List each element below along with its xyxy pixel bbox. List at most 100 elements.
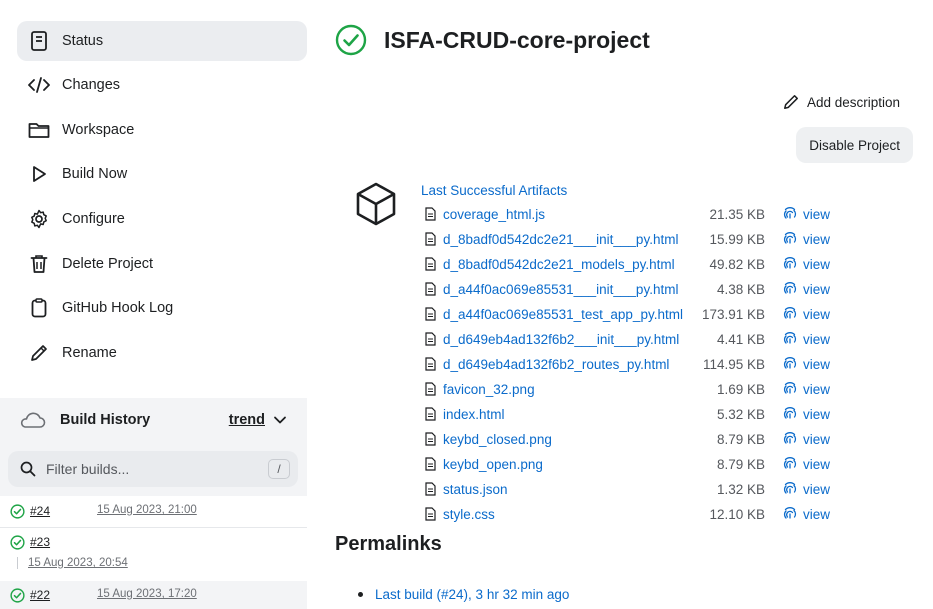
sidebar-item-rename[interactable]: Rename [17,333,307,373]
fingerprint-icon[interactable] [783,457,797,471]
disable-project-button[interactable]: Disable Project [796,127,913,163]
pencil-icon [28,342,50,364]
page-title: ISFA-CRUD-core-project [384,26,650,53]
fingerprint-icon[interactable] [783,482,797,496]
search-icon [20,461,36,477]
build-number-link[interactable]: #23 [30,535,50,549]
fingerprint-icon[interactable] [783,282,797,296]
view-link[interactable]: view [803,507,830,522]
file-icon [425,332,437,346]
build-date-link[interactable]: 15 Aug 2023, 17:20 [97,588,197,600]
view-link[interactable]: view [803,482,830,497]
artifact-link[interactable]: d_d649eb4ad132f6b2_routes_py.html [443,357,669,372]
file-icon [425,507,437,521]
last-successful-artifacts-link[interactable]: Last Successful Artifacts [421,183,567,198]
file-icon [425,232,437,246]
artifact-link[interactable]: keybd_closed.png [443,432,552,447]
artifact-link[interactable]: d_8badf0d542dc2e21_models_py.html [443,257,675,272]
artifact-row: d_a44f0ac069e85531_test_app_py.html 173.… [425,304,905,324]
sidebar-item-label: Status [62,33,104,49]
sidebar-item-build-now[interactable]: Build Now [17,154,307,194]
artifact-link[interactable]: d_8badf0d542dc2e21___init___py.html [443,232,678,247]
build-row: #22 15 Aug 2023, 17:20 [0,581,307,609]
artifact-link[interactable]: status.json [443,482,508,497]
file-icon [425,282,437,296]
artifact-link[interactable]: keybd_open.png [443,457,543,472]
artifact-row: style.css 12.10 KB view [425,504,905,524]
sidebar-item-delete-project[interactable]: Delete Project [17,244,307,284]
build-number-link[interactable]: #22 [30,588,50,602]
artifact-link[interactable]: favicon_32.png [443,382,535,397]
build-filter-area: / [0,442,307,496]
build-history-title: Build History [60,412,151,428]
build-number-link[interactable]: #24 [30,504,50,518]
artifact-link[interactable]: index.html [443,407,505,422]
sidebar-item-configure[interactable]: Configure [17,199,307,239]
success-icon [10,588,25,603]
artifact-row: keybd_closed.png 8.79 KB view [425,429,905,449]
trend-link[interactable]: trend [229,412,265,428]
fingerprint-icon[interactable] [783,432,797,446]
fingerprint-icon[interactable] [783,257,797,271]
sidebar-item-workspace[interactable]: Workspace [17,110,307,150]
artifact-row: status.json 1.32 KB view [425,479,905,499]
artifact-size: 8.79 KB [716,456,765,472]
build-filter-input[interactable] [46,461,246,477]
view-link[interactable]: view [803,257,830,272]
last-build-link[interactable]: Last build (#24), 3 hr 32 min ago [375,587,569,602]
sidebar-item-status[interactable]: Status [17,21,307,61]
fingerprint-icon[interactable] [783,407,797,421]
package-icon [356,182,396,226]
view-link[interactable]: view [803,457,830,472]
fingerprint-icon[interactable] [783,507,797,521]
artifact-link[interactable]: coverage_html.js [443,207,545,222]
sidebar-item-changes[interactable]: Changes [17,65,307,105]
fingerprint-icon[interactable] [783,307,797,321]
build-history-header: Build History trend [0,398,307,442]
chevron-down-icon[interactable] [273,413,287,427]
fingerprint-icon[interactable] [783,382,797,396]
sidebar-item-github-hook-log[interactable]: GitHub Hook Log [17,288,307,328]
fingerprint-icon[interactable] [783,207,797,221]
artifact-row: favicon_32.png 1.69 KB view [425,379,905,399]
artifact-row: keybd_open.png 8.79 KB view [425,454,905,474]
view-link[interactable]: view [803,282,830,297]
build-row: #24 15 Aug 2023, 21:00 [0,498,307,526]
gear-icon [28,208,50,230]
artifact-size: 173.91 KB [701,306,765,322]
add-description-button[interactable]: Add description [783,94,900,110]
view-link[interactable]: view [803,407,830,422]
artifact-link[interactable]: d_a44f0ac069e85531___init___py.html [443,282,678,297]
artifact-row: d_a44f0ac069e85531___init___py.html 4.38… [425,279,905,299]
view-link[interactable]: view [803,307,830,322]
build-date-link[interactable]: 15 Aug 2023, 20:54 [28,557,128,569]
bullet [358,592,363,597]
artifact-size: 114.95 KB [702,356,765,372]
view-link[interactable]: view [803,232,830,247]
file-icon [425,407,437,421]
success-status-icon [335,24,367,56]
build-date-link[interactable]: 15 Aug 2023, 21:00 [97,504,197,516]
artifact-size: 15.99 KB [709,231,765,247]
file-icon [425,382,437,396]
sidebar-item-label: Changes [62,77,121,93]
view-link[interactable]: view [803,332,830,347]
sidebar-item-label: Workspace [62,122,135,138]
artifact-link[interactable]: style.css [443,507,495,522]
file-icon [425,432,437,446]
view-link[interactable]: view [803,357,830,372]
fingerprint-icon[interactable] [783,357,797,371]
artifact-link[interactable]: d_d649eb4ad132f6b2___init___py.html [443,332,679,347]
play-icon [28,163,50,185]
fingerprint-icon[interactable] [783,232,797,246]
status-icon [28,30,50,52]
view-link[interactable]: view [803,382,830,397]
fingerprint-icon[interactable] [783,332,797,346]
view-link[interactable]: view [803,432,830,447]
artifact-size: 4.41 KB [716,331,765,347]
artifact-row: d_d649eb4ad132f6b2___init___py.html 4.41… [425,329,905,349]
view-link[interactable]: view [803,207,830,222]
artifact-link[interactable]: d_a44f0ac069e85531_test_app_py.html [443,307,683,322]
artifact-size: 12.10 KB [709,506,765,522]
artifact-size: 1.32 KB [716,481,765,497]
